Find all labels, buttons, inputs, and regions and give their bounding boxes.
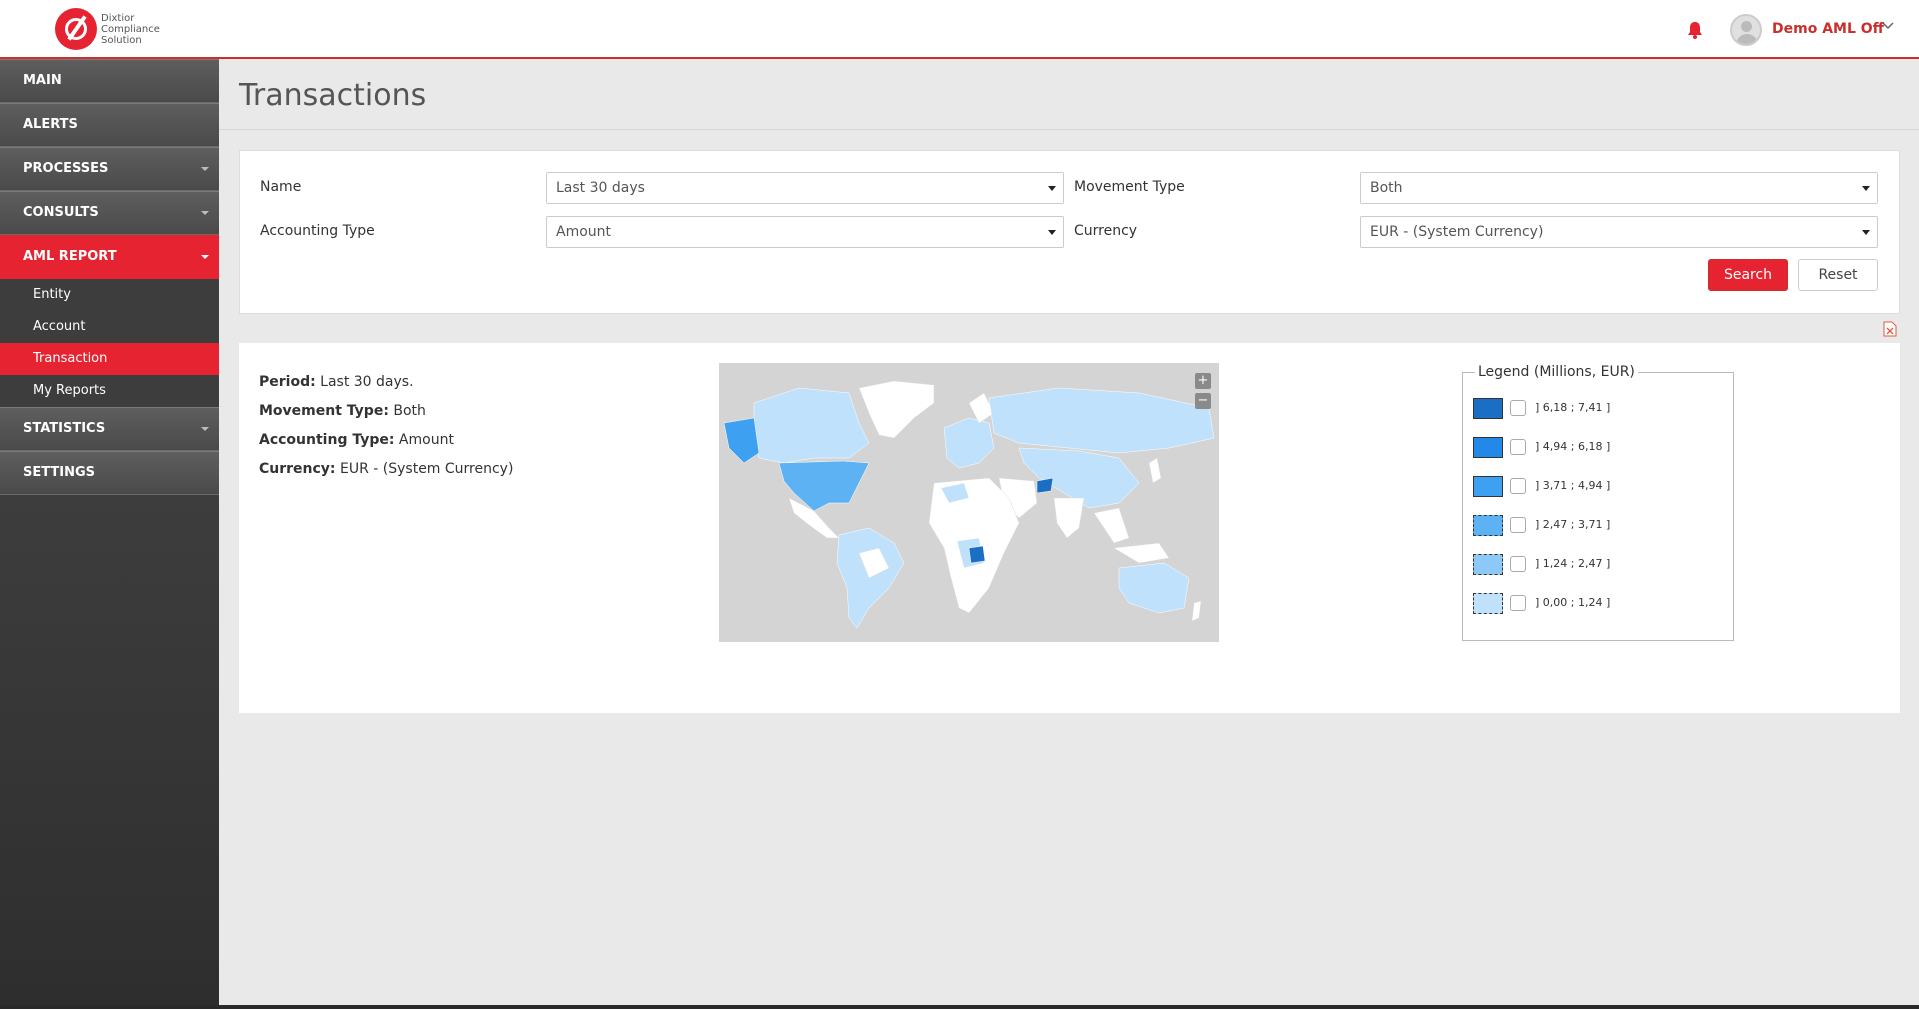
legend-title: Legend (Millions, EUR) xyxy=(1475,364,1638,380)
currency-select[interactable]: EUR - (System Currency) xyxy=(1360,216,1878,248)
caret-down-icon xyxy=(201,167,209,171)
summary-label: Accounting Type: xyxy=(259,432,395,448)
top-header: Dixtior Compliance Solution Demo AML Off xyxy=(0,0,1919,59)
excel-export-icon[interactable] xyxy=(1883,321,1897,337)
legend-range: ] 4,94 ; 6,18 ] xyxy=(1535,440,1611,453)
legend-checkbox[interactable] xyxy=(1510,595,1526,611)
legend-checkbox[interactable] xyxy=(1510,439,1526,455)
search-button[interactable]: Search xyxy=(1708,259,1788,291)
taskbar-strip xyxy=(0,1005,1919,1009)
caret-down-icon xyxy=(201,211,209,215)
legend-checkbox[interactable] xyxy=(1510,556,1526,572)
sidebar-item-main[interactable]: MAIN xyxy=(0,59,219,103)
world-map-svg xyxy=(723,380,1215,629)
notification-bell-icon[interactable] xyxy=(1685,20,1705,40)
sidebar-item-label: SETTINGS xyxy=(23,465,96,480)
world-map[interactable]: + − xyxy=(719,363,1219,642)
caret-down-icon xyxy=(201,427,209,431)
legend-range: ] 6,18 ; 7,41 ] xyxy=(1535,401,1611,414)
summary-value: EUR - (System Currency) xyxy=(340,461,514,477)
movement-type-value: Both xyxy=(1370,180,1403,196)
summary-currency: Currency: EUR - (System Currency) xyxy=(259,461,513,477)
page-title: Transactions xyxy=(239,78,427,113)
dropdown-arrow-icon xyxy=(1048,186,1056,191)
legend-checkbox[interactable] xyxy=(1510,517,1526,533)
legend-swatch xyxy=(1473,398,1503,419)
legend-swatch xyxy=(1473,554,1503,575)
dropdown-arrow-icon xyxy=(1862,186,1870,191)
sidebar-item-label: AML REPORT xyxy=(23,249,117,264)
submenu-item-my-reports[interactable]: My Reports xyxy=(0,375,219,407)
logo-mark xyxy=(55,8,97,50)
submenu-item-transaction[interactable]: Transaction xyxy=(0,343,219,375)
sidebar: MAIN ALERTS PROCESSES CONSULTS AML REPOR… xyxy=(0,59,219,1009)
accounting-type-value: Amount xyxy=(556,224,612,240)
reset-button[interactable]: Reset xyxy=(1798,259,1878,291)
summary-label: Movement Type: xyxy=(259,403,389,419)
logo-text: Dixtior Compliance Solution xyxy=(101,12,160,46)
name-select-value: Last 30 days xyxy=(556,180,645,196)
legend-swatch xyxy=(1473,593,1503,614)
sidebar-item-processes[interactable]: PROCESSES xyxy=(0,147,219,191)
summary-movement-type: Movement Type: Both xyxy=(259,403,426,419)
movement-type-label: Movement Type xyxy=(1074,179,1185,195)
legend-range: ] 0,00 ; 1,24 ] xyxy=(1535,596,1611,609)
sidebar-item-statistics[interactable]: STATISTICS xyxy=(0,407,219,451)
legend-swatch xyxy=(1473,515,1503,536)
legend-checkbox[interactable] xyxy=(1510,400,1526,416)
sidebar-item-aml-report[interactable]: AML REPORT xyxy=(0,235,219,279)
map-legend: Legend (Millions, EUR) ] 6,18 ; 7,41 ] ]… xyxy=(1462,364,1734,641)
summary-label: Currency: xyxy=(259,461,336,477)
sidebar-item-consults[interactable]: CONSULTS xyxy=(0,191,219,235)
zoom-out-button[interactable]: − xyxy=(1195,393,1211,409)
submenu-item-entity[interactable]: Entity xyxy=(0,279,219,311)
name-select[interactable]: Last 30 days xyxy=(546,172,1064,204)
zoom-in-button[interactable]: + xyxy=(1195,373,1211,389)
legend-swatch xyxy=(1473,476,1503,497)
accounting-type-select[interactable]: Amount xyxy=(546,216,1064,248)
sidebar-item-label: PROCESSES xyxy=(23,161,109,176)
aml-report-submenu: Entity Account Transaction My Reports xyxy=(0,279,219,407)
movement-type-select[interactable]: Both xyxy=(1360,172,1878,204)
sidebar-item-label: MAIN xyxy=(23,73,62,88)
sidebar-item-label: ALERTS xyxy=(23,117,78,132)
legend-checkbox[interactable] xyxy=(1510,478,1526,494)
user-avatar[interactable] xyxy=(1730,14,1762,46)
divider xyxy=(219,129,1919,130)
sidebar-item-settings[interactable]: SETTINGS xyxy=(0,451,219,495)
legend-range: ] 2,47 ; 3,71 ] xyxy=(1535,518,1611,531)
legend-swatch xyxy=(1473,437,1503,458)
name-label: Name xyxy=(260,179,302,195)
dropdown-arrow-icon xyxy=(1048,230,1056,235)
submenu-item-account[interactable]: Account xyxy=(0,311,219,343)
summary-value: Last 30 days. xyxy=(320,374,414,390)
dropdown-arrow-icon xyxy=(1862,230,1870,235)
summary-period: Period: Last 30 days. xyxy=(259,374,414,390)
summary-value: Amount xyxy=(398,432,454,448)
chevron-down-icon[interactable] xyxy=(1882,20,1894,32)
currency-label: Currency xyxy=(1074,223,1138,239)
app-logo[interactable]: Dixtior Compliance Solution xyxy=(55,8,171,50)
legend-range: ] 3,71 ; 4,94 ] xyxy=(1535,479,1611,492)
sidebar-item-label: CONSULTS xyxy=(23,205,99,220)
legend-range: ] 1,24 ; 2,47 ] xyxy=(1535,557,1611,570)
summary-accounting-type: Accounting Type: Amount xyxy=(259,432,454,448)
user-name[interactable]: Demo AML Off xyxy=(1772,21,1884,37)
accounting-type-label: Accounting Type xyxy=(260,223,375,239)
sidebar-item-label: STATISTICS xyxy=(23,421,106,436)
currency-value: EUR - (System Currency) xyxy=(1370,224,1544,240)
summary-value: Both xyxy=(393,403,426,419)
sidebar-item-alerts[interactable]: ALERTS xyxy=(0,103,219,147)
caret-down-icon xyxy=(201,255,209,259)
summary-label: Period: xyxy=(259,374,316,390)
